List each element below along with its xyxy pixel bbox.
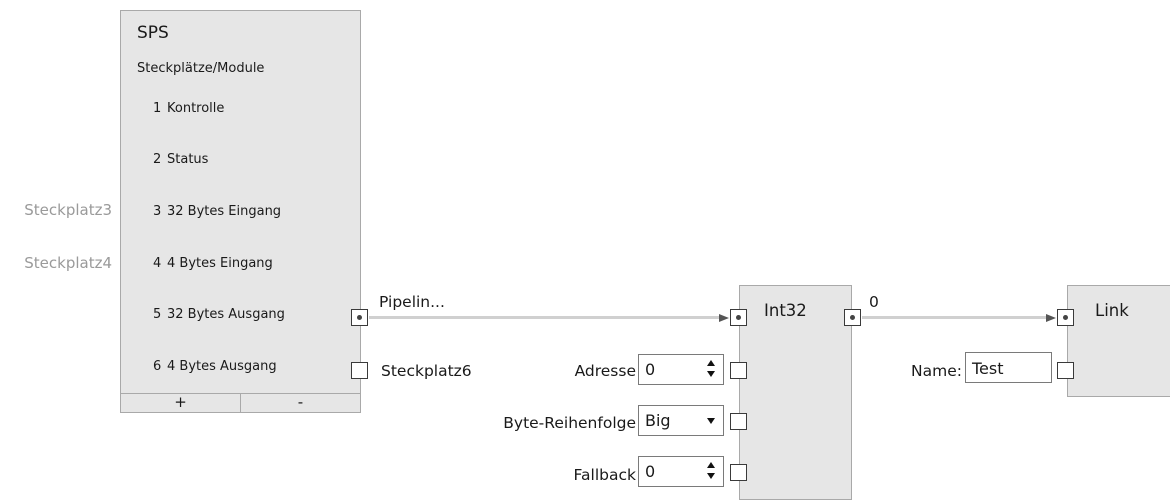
int32-title: Int32	[764, 301, 807, 320]
name-label: Name:	[911, 362, 962, 380]
link-input-port[interactable]	[1046, 309, 1074, 326]
pipeline-wire-label: Pipelin...	[379, 293, 445, 311]
spinner-arrows-icon[interactable]	[707, 359, 717, 381]
side-label-steckplatz3: Steckplatz3	[24, 201, 112, 219]
address-port[interactable]	[730, 362, 747, 379]
arrow-right-icon	[1046, 314, 1056, 322]
slot5-output-port[interactable]	[351, 309, 368, 326]
remove-slot-button[interactable]: -	[240, 394, 360, 412]
port-dot-icon	[357, 315, 362, 320]
address-label: Adresse	[574, 362, 636, 380]
slot6-label: Steckplatz6	[381, 362, 472, 380]
slot-name: 4 Bytes Ausgang	[167, 359, 277, 374]
spinner-arrows-icon[interactable]	[707, 461, 717, 483]
fallback-input[interactable]: 0	[638, 456, 724, 487]
sps-subtitle: Steckplätze/Module	[137, 61, 265, 76]
address-input[interactable]: 0	[638, 354, 724, 385]
fallback-label: Fallback	[573, 466, 636, 484]
sps-title: SPS	[137, 23, 169, 43]
int32-link-wire[interactable]	[862, 316, 1048, 319]
byte-order-label: Byte-Reihenfolge	[503, 414, 636, 432]
name-value: Test	[972, 359, 1004, 378]
address-value: 0	[645, 360, 656, 379]
slot-name: 32 Bytes Ausgang	[167, 307, 285, 322]
fallback-port[interactable]	[730, 464, 747, 481]
byte-order-select[interactable]: Big	[638, 405, 724, 436]
sps-footer: + -	[121, 393, 360, 412]
port-dot-icon	[850, 315, 855, 320]
slot-number: 3	[153, 204, 162, 219]
side-label-steckplatz4: Steckplatz4	[24, 254, 112, 272]
arrow-right-icon	[719, 314, 729, 322]
fallback-value: 0	[645, 462, 656, 481]
int32-input-port[interactable]	[719, 309, 747, 326]
slot6-output-port[interactable]	[351, 362, 368, 379]
add-slot-button[interactable]: +	[121, 394, 240, 412]
slot-name: Kontrolle	[167, 101, 225, 116]
slot-number: 5	[153, 307, 162, 322]
byte-order-value: Big	[645, 411, 671, 430]
int32-node[interactable]: Int32	[739, 285, 852, 500]
slot-number: 4	[153, 256, 162, 271]
port-dot-icon	[1063, 315, 1068, 320]
port-dot-icon	[736, 315, 741, 320]
link-node[interactable]: Link	[1067, 285, 1170, 397]
sps-node[interactable]: SPS Steckplätze/Module 1 Kontrolle 2 Sta…	[120, 10, 361, 413]
slot-name: 32 Bytes Eingang	[167, 204, 282, 219]
chevron-down-icon	[707, 418, 715, 424]
byte-order-port[interactable]	[730, 413, 747, 430]
slot-number: 2	[153, 152, 162, 167]
slot-name: Status	[167, 152, 209, 167]
int32-output-label: 0	[869, 293, 879, 311]
slot-name: 4 Bytes Eingang	[167, 256, 273, 271]
slot-number: 1	[153, 101, 162, 116]
name-port[interactable]	[1057, 362, 1074, 379]
int32-output-port[interactable]	[844, 309, 861, 326]
slot-number: 6	[153, 359, 162, 374]
link-title: Link	[1095, 301, 1129, 320]
name-input[interactable]: Test	[965, 352, 1052, 383]
pipeline-wire[interactable]	[369, 316, 721, 319]
